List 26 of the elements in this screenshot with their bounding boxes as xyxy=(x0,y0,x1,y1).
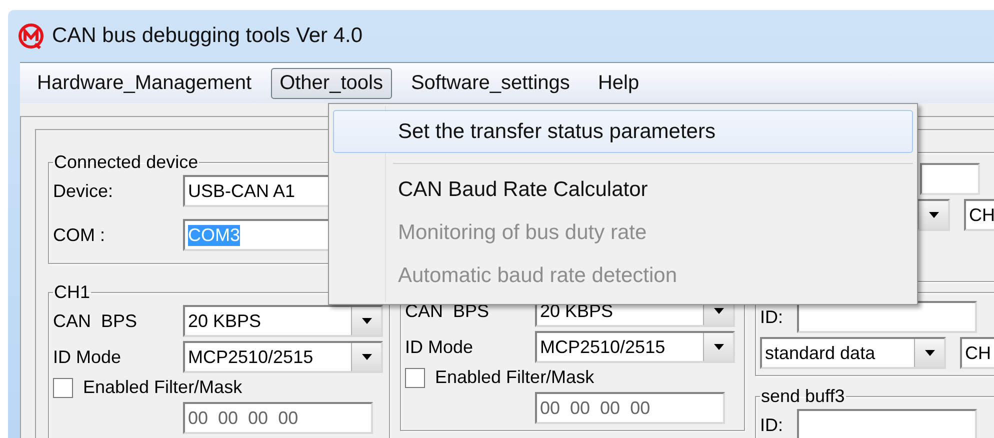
filter-field[interactable]: 00 00 00 00 xyxy=(535,392,725,424)
menu-item[interactable]: Other_tools xyxy=(270,68,392,98)
field-label: ID Mode xyxy=(53,346,122,368)
group-title: send buff3 xyxy=(760,386,846,407)
id-mode-select[interactable]: MCP2510/2515 xyxy=(183,341,383,373)
baud-rate-select[interactable]: 20 KBPS xyxy=(183,305,383,337)
field-label: CAN BPS xyxy=(53,310,138,332)
field-label: ID: xyxy=(760,414,784,436)
group-title: CH1 xyxy=(53,282,92,303)
field-label: ID: xyxy=(760,306,784,328)
field-label: Device: xyxy=(53,180,114,202)
menu-item[interactable]: Hardware_Management xyxy=(28,68,261,98)
group-title: Connected device xyxy=(53,152,200,173)
filter-field[interactable]: 00 00 00 00 xyxy=(183,402,373,434)
menu-item[interactable]: Help xyxy=(588,68,648,98)
field-label: COM : xyxy=(53,224,106,246)
checkbox-label: Enabled Filter/Mask xyxy=(435,367,594,388)
menu-option[interactable]: Set the transfer status parameters xyxy=(333,110,913,154)
channel-field[interactable]: CH xyxy=(960,337,994,369)
field-label: ID Mode xyxy=(405,336,474,358)
frame-type-select[interactable]: standard data xyxy=(760,337,946,369)
id-mode-select[interactable]: MCP2510/2515 xyxy=(535,331,735,363)
menu-item[interactable]: Software_settings xyxy=(402,68,579,98)
channel-field[interactable]: CH xyxy=(964,199,994,231)
window-title: CAN bus debugging tools Ver 4.0 xyxy=(52,24,363,48)
checkbox-label: Enabled Filter/Mask xyxy=(83,377,242,398)
